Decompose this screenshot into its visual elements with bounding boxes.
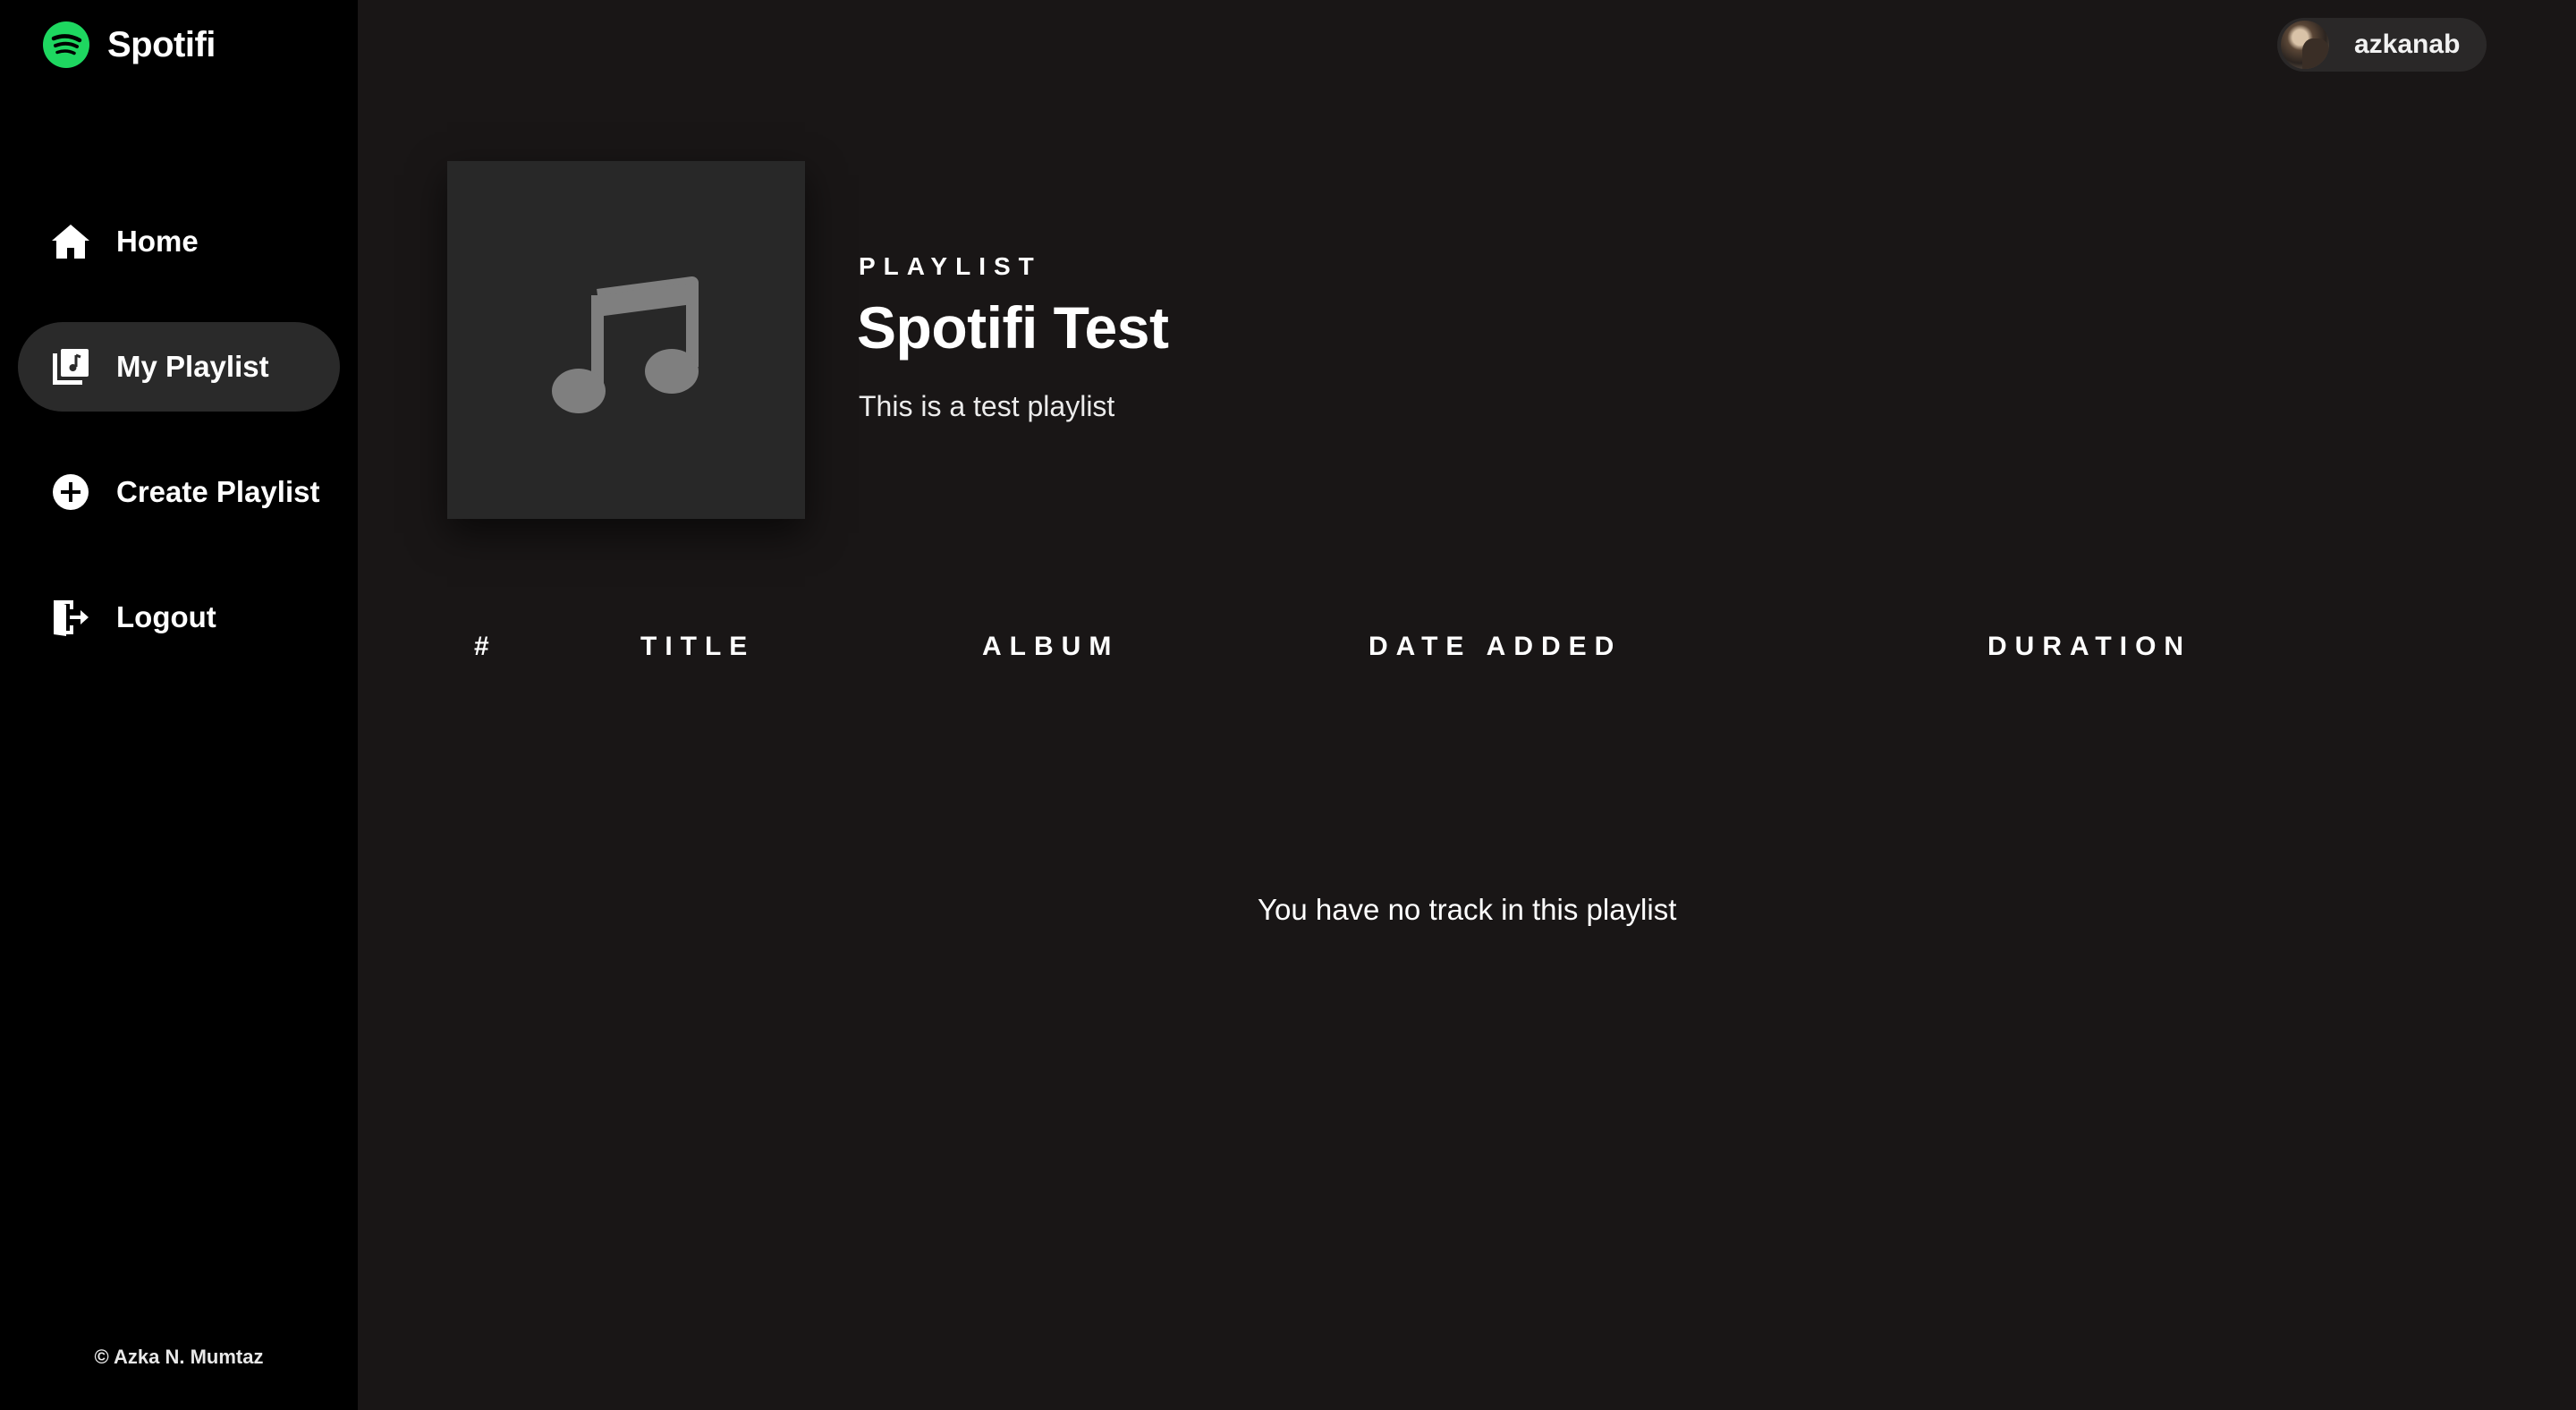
sidebar-item-home[interactable]: Home [18, 197, 340, 286]
sidebar-item-logout[interactable]: Logout [18, 573, 340, 662]
brand-name: Spotifi [107, 24, 216, 64]
empty-playlist-message: You have no track in this playlist [1258, 893, 1677, 926]
user-menu-button[interactable]: azkanab [2277, 18, 2487, 72]
plus-circle-icon [53, 474, 89, 510]
column-header-date-added: DATE ADDED [1368, 632, 1623, 661]
sidebar-item-label: Logout [116, 600, 216, 633]
column-header-title: TITLE [640, 632, 756, 661]
column-header-album: ALBUM [982, 632, 1120, 661]
app-root: Spotifi Home My Playlist Create Playlist… [0, 0, 2576, 1410]
avatar [2281, 21, 2329, 69]
playlist-description: This is a test playlist [859, 390, 1115, 422]
brand[interactable]: Spotifi [43, 21, 216, 68]
sidebar-item-label: Create Playlist [116, 475, 320, 508]
sidebar: Spotifi Home My Playlist Create Playlist… [0, 0, 358, 1410]
playlist-icon [53, 349, 89, 385]
sidebar-item-my-playlist[interactable]: My Playlist [18, 322, 340, 412]
column-header-duration: DURATION [1987, 632, 2192, 661]
sidebar-item-label: Home [116, 225, 199, 258]
column-header-number: # [474, 632, 497, 661]
user-name: azkanab [2354, 30, 2461, 59]
home-icon [52, 225, 89, 259]
sidebar-item-create-playlist[interactable]: Create Playlist [18, 447, 340, 537]
playlist-title: Spotifi Test [857, 294, 1169, 361]
music-note-icon [552, 276, 699, 413]
logout-icon [54, 600, 89, 636]
playlist-kind-label: PLAYLIST [859, 252, 1042, 280]
spotify-logo-icon [43, 21, 89, 68]
sidebar-item-label: My Playlist [116, 350, 269, 383]
playlist-cover [447, 161, 805, 519]
copyright-footer: © Azka N. Mumtaz [94, 1346, 264, 1368]
